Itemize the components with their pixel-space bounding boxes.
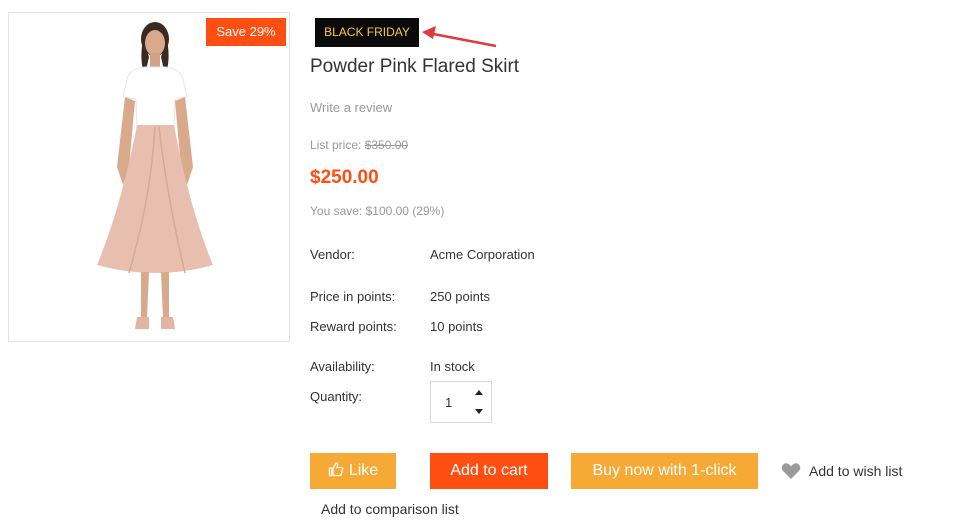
add-to-comparison-link[interactable]: Add to comparison list xyxy=(321,501,459,517)
discount-badge: Save 29% xyxy=(206,18,286,46)
availability-value: In stock xyxy=(430,359,475,374)
quantity-input[interactable]: 1 xyxy=(445,395,452,410)
quantity-stepper[interactable]: 1 xyxy=(430,381,492,423)
vendor-label: Vendor: xyxy=(310,247,355,262)
wishlist-label: Add to wish list xyxy=(809,463,903,479)
add-to-cart-button[interactable]: Add to cart xyxy=(430,453,548,489)
availability-label: Availability: xyxy=(310,359,375,374)
quantity-increase-icon[interactable] xyxy=(475,390,483,395)
reward-points-label: Reward points: xyxy=(310,319,397,334)
reward-points-value: 10 points xyxy=(430,319,483,334)
promo-badge: BLACK FRIDAY xyxy=(315,18,419,47)
product-title: Powder Pink Flared Skirt xyxy=(310,56,520,77)
product-image-frame[interactable] xyxy=(8,12,290,342)
old-price: $350.00 xyxy=(364,138,409,152)
list-price: List price: $350.00 xyxy=(310,138,408,152)
quantity-label: Quantity: xyxy=(310,389,363,404)
quantity-decrease-icon[interactable] xyxy=(475,409,483,414)
thumbs-up-icon xyxy=(328,462,344,477)
heart-icon xyxy=(781,463,801,479)
write-review-link[interactable]: Write a review xyxy=(310,100,392,115)
buy-now-button[interactable]: Buy now with 1-click xyxy=(571,453,758,489)
product-photo xyxy=(97,22,213,329)
points-price-value: 250 points xyxy=(430,289,490,304)
points-price-label: Price in points: xyxy=(310,289,396,304)
annotation-arrow-icon xyxy=(422,26,497,48)
you-save-text: You save: $100.00 (29%) xyxy=(310,204,445,218)
vendor-link[interactable]: Acme Corporation xyxy=(430,247,535,262)
current-price: $250.00 xyxy=(310,167,379,188)
add-to-wishlist-link[interactable]: Add to wish list xyxy=(781,462,902,480)
like-button[interactable]: Like xyxy=(310,453,396,489)
like-label: Like xyxy=(348,462,379,479)
list-price-label: List price: xyxy=(310,138,362,152)
